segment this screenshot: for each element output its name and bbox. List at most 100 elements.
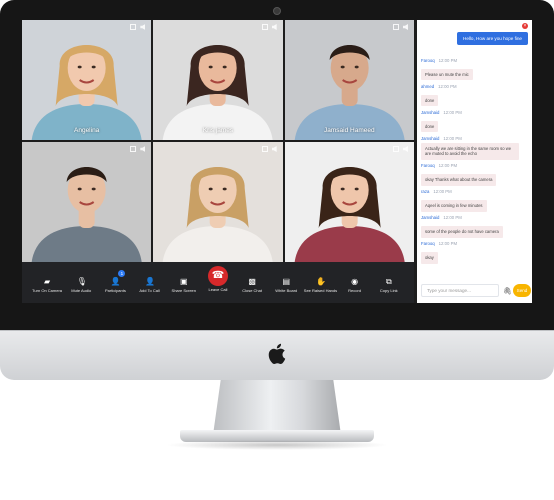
participant-video [294, 45, 405, 140]
fullscreen-icon[interactable] [261, 24, 268, 30]
see-raised-hands-button[interactable]: ✋ See Raised Hands [303, 262, 338, 294]
participant-tile[interactable] [22, 142, 152, 262]
close-chat-icon[interactable]: × [522, 23, 528, 29]
tile-controls [130, 24, 146, 30]
participant-name: Jamsaid Hameed [324, 127, 375, 134]
chat-message: ahmed 12:00 PM done [421, 84, 529, 107]
fullscreen-icon[interactable] [392, 146, 399, 152]
volume-icon[interactable] [271, 24, 277, 30]
volume-icon[interactable] [271, 146, 277, 152]
volume-icon[interactable] [140, 146, 146, 152]
message-author-line: raza 12:00 PM [421, 189, 529, 194]
share-screen-button[interactable]: ▣ Share Screen [169, 262, 199, 294]
participant-tile[interactable]: Kris james [153, 20, 283, 140]
message-bubble: Actually we are sitting in the same room… [421, 143, 519, 160]
chat-panel: × Hello, How are you hope fine Farooq 12:… [417, 20, 532, 303]
message-bubble: done [421, 95, 439, 107]
mute-audio-button[interactable]: 🎙 Mute Audio [66, 262, 96, 294]
toolbar-label: Mute Audio [71, 288, 92, 293]
toolbar-label: Share Screen [171, 288, 196, 293]
chat-message: Jamshaid 12:00 PM Actually we are sitting … [421, 136, 529, 160]
add-user-icon: 👤 [145, 277, 156, 286]
message-time: 12:00 PM [438, 58, 458, 63]
message-bubble: okay Thanks what about the camera [421, 174, 497, 186]
fullscreen-icon[interactable] [261, 146, 268, 152]
participant-video [162, 167, 273, 262]
participant-count-badge: 1 [118, 270, 126, 277]
participants-button[interactable]: 👤 Participants 1 [100, 262, 130, 293]
volume-icon[interactable] [140, 24, 146, 30]
white-board-button[interactable]: ▤ White Board [271, 262, 301, 294]
participant-video [31, 167, 142, 262]
fullscreen-icon[interactable] [392, 24, 399, 30]
phone-hangup-icon: ☎ [207, 266, 228, 286]
message-author: Farooq [421, 163, 435, 169]
toolbar-label: See Raised Hands [303, 288, 338, 293]
participant-name: Angelina [74, 127, 100, 134]
hand-icon: ✋ [315, 277, 326, 286]
participant-tile[interactable] [284, 142, 414, 262]
camera-off-icon: ▰ [44, 277, 51, 286]
toolbar-label: Add To Call [139, 288, 160, 293]
message-author-line: Jamshaid 12:00 PM [421, 136, 529, 141]
copy-icon: ⧉ [385, 277, 392, 286]
message-author: Jamshaid [421, 215, 440, 221]
toolbar-label: Turn On Camera [32, 288, 63, 293]
chat-off-icon: ▩ [248, 277, 256, 286]
message-author: raza [421, 189, 430, 195]
turn-on-camera-button[interactable]: ▰ Turn On Camera [32, 262, 63, 294]
toolbar-label: Leave Call [208, 287, 228, 292]
participant-video [294, 167, 405, 262]
participant-grid: Angelina Kris james Jamsaid Hameed [22, 20, 414, 262]
toolbar-label: Close Chat [242, 288, 262, 293]
message-author: Jamshaid [421, 110, 440, 115]
message-time: 12:00 PM [443, 136, 462, 141]
call-toolbar: ▰ Turn On Camera 🎙 Mute Audio 👤 Participants 1… [22, 262, 414, 303]
record-icon: ◉ [351, 277, 359, 286]
attachment-icon[interactable]: 🖇 [503, 287, 512, 295]
message-author-line: Jamshaid 12:00 PM [421, 110, 529, 115]
volume-icon[interactable] [402, 146, 408, 152]
message-time: 12:00 PM [438, 84, 457, 89]
video-call-screen: Angelina Kris james Jamsaid Hameed ▰ Turn O… [22, 20, 532, 303]
chat-message: Jamshaid 12:00 PM done [421, 110, 529, 133]
share-screen-icon: ▣ [179, 277, 188, 286]
fullscreen-icon[interactable] [130, 146, 137, 152]
participant-name: Kris james [202, 127, 234, 134]
volume-icon[interactable] [402, 24, 408, 30]
send-button[interactable]: Send [513, 284, 531, 297]
toolbar-label: White Board [275, 288, 298, 293]
add-to-call-button[interactable]: 👤 Add To Call [135, 262, 165, 294]
apple-logo-icon [268, 343, 286, 364]
record-button[interactable]: ◉ Record [340, 262, 370, 294]
leave-call-button[interactable]: ☎ Leave Call [203, 262, 233, 292]
message-input[interactable]: Type your message... [421, 284, 499, 297]
message-author: ahmed [421, 84, 435, 89]
fullscreen-icon[interactable] [130, 24, 137, 30]
copy-link-button[interactable]: ⧉ Copy Link [374, 262, 404, 294]
participant-video [31, 45, 142, 140]
message-bubble: Aqeel is coming in few minutes [421, 200, 487, 212]
close-chat-button[interactable]: ▩ Close Chat [237, 262, 267, 294]
participant-tile[interactable]: Jamsaid Hameed [284, 20, 414, 140]
message-time: 12:00 PM [438, 163, 458, 169]
chat-message: Farooq 12:00 PM Please un mute the mic [421, 58, 529, 81]
tile-controls [392, 24, 408, 30]
toolbar-label: Record [348, 288, 362, 293]
tile-controls [392, 146, 408, 152]
participants-icon: 👤 [110, 277, 121, 286]
message-bubble: some of the people do not have camera [421, 226, 503, 238]
monitor-stand [213, 380, 341, 435]
message-bubble: done [421, 121, 439, 133]
participant-tile[interactable] [153, 142, 283, 262]
message-author-line: Farooq 12:00 PM [421, 58, 529, 63]
microphone-icon: 🎙 [76, 277, 87, 286]
stand-shadow [165, 440, 389, 450]
message-author: Farooq [421, 241, 435, 247]
participant-tile[interactable]: Angelina [22, 20, 152, 140]
message-author-line: Jamshaid 12:00 PM [421, 215, 529, 220]
tile-controls [130, 146, 146, 152]
toolbar-label: Copy Link [379, 288, 398, 293]
message-author: Farooq [421, 58, 435, 63]
message-author-line: Farooq 12:00 PM [421, 241, 529, 246]
